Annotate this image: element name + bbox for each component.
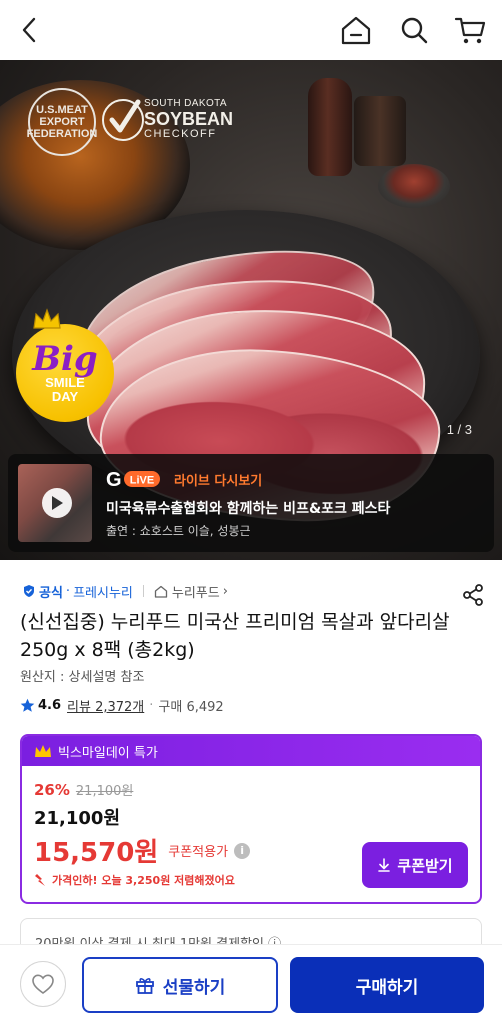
crown-icon — [35, 745, 51, 757]
spice-dish-image — [378, 164, 450, 208]
like-button[interactable] — [20, 961, 66, 1007]
product-title: (신선집중) 누리푸드 미국산 프리미엄 목살과 앞다리살 250g x 8팩 … — [20, 611, 450, 661]
official-shield-icon — [24, 585, 34, 597]
discount-rate: 26% — [34, 781, 70, 799]
review-link[interactable]: 리뷰 2,372개 — [67, 696, 144, 715]
sale-price: 15,570원 — [34, 838, 159, 868]
crown-icon — [33, 308, 61, 329]
store-link[interactable]: 누리푸드 — [172, 582, 220, 601]
checkmark-icon — [102, 99, 144, 141]
coupon-applied-label: 쿠폰적용가 — [168, 845, 229, 860]
buy-label: 구매하기 — [355, 977, 419, 998]
purchase-count: 구매 6,492 — [158, 700, 224, 715]
gift-icon — [135, 978, 154, 994]
pepper-mill-image — [308, 78, 352, 176]
separator-dot: · — [149, 698, 154, 713]
info-icon[interactable]: i — [234, 842, 251, 859]
g-logo-text: G — [106, 469, 122, 490]
rating-row: 4.6 리뷰 2,372개 · 구매 6,492 — [20, 696, 224, 715]
live-title: 미국육류수출협회와 함께하는 비프&포크 페스타 — [106, 501, 391, 517]
download-icon — [378, 858, 391, 872]
divider — [142, 585, 144, 597]
heart-icon — [32, 974, 54, 994]
strike-price: 21,100원 — [75, 784, 134, 799]
product-badges: 공식 · 프레시누리 누리푸드 › — [22, 581, 228, 601]
search-icon[interactable] — [396, 12, 432, 48]
gift-button[interactable]: 선물하기 — [82, 957, 278, 1013]
usmeat-logo: U.S.MEAT EXPORT FEDERATION — [26, 88, 98, 156]
deal-header: 빅스마일데이 특가 — [22, 736, 480, 766]
get-coupon-button[interactable]: 쿠폰받기 — [362, 842, 468, 888]
get-coupon-label: 쿠폰받기 — [397, 856, 453, 875]
jar-image — [354, 96, 406, 166]
badge-big-text: Big — [32, 339, 98, 379]
soybean-checkoff-logo: SOUTH DAKOTA SOYBEAN CHECKOFF — [100, 92, 240, 152]
top-bar — [0, 0, 502, 60]
original-price: 21,100원 — [34, 808, 121, 829]
soy-logo-line1: SOUTH DAKOTA — [144, 98, 227, 109]
live-logo-text: LiVE — [130, 475, 154, 487]
deal-header-label: 빅스마일데이 특가 — [58, 745, 158, 761]
fresh-badge: 프레시누리 — [73, 585, 133, 601]
rating-value: 4.6 — [38, 698, 62, 713]
live-replay-label: 라이브 다시보기 — [174, 474, 263, 489]
soy-logo-line3: CHECKOFF — [144, 128, 217, 140]
badge-day-text: DAY — [51, 389, 79, 404]
price-drop-notice: 가격인하! 오늘 3,250원 저렴해졌어요 — [34, 872, 235, 888]
home-icon[interactable] — [338, 12, 374, 48]
gift-label: 선물하기 — [162, 977, 226, 998]
star-icon — [20, 698, 35, 712]
chevron-right-icon[interactable]: › — [223, 584, 228, 599]
deal-box: 빅스마일데이 특가 26% 21,100원 21,100원 15,570원 쿠폰… — [20, 734, 482, 904]
buy-button[interactable]: 구매하기 — [290, 957, 484, 1013]
discount-row: 26% 21,100원 — [34, 780, 133, 799]
store-home-icon — [154, 585, 168, 598]
product-origin: 원산지 : 상세설명 참조 — [20, 670, 145, 685]
big-smile-day-badge: Big SMILE DAY — [16, 308, 114, 422]
share-icon[interactable] — [462, 584, 484, 610]
price-drop-icon — [35, 874, 45, 886]
badge-dot: · — [65, 583, 71, 599]
official-badge: 공식 — [39, 585, 63, 601]
bottom-action-bar: 선물하기 구매하기 — [0, 944, 502, 1024]
sale-row: 15,570원 쿠폰적용가 i — [34, 832, 251, 869]
live-cast: 출연 : 쇼호스트 이슬, 성봉근 — [106, 524, 251, 538]
soy-logo-line2: SOYBEAN — [144, 109, 234, 129]
price-drop-text: 가격인하! 오늘 3,250원 저렴해졌어요 — [52, 874, 235, 887]
cart-icon[interactable] — [452, 12, 488, 48]
badge-smile-text: SMILE — [45, 375, 85, 390]
back-icon[interactable] — [12, 12, 48, 48]
live-thumbnail[interactable] — [18, 464, 92, 542]
usmeat-logo-text: U.S.MEAT EXPORT FEDERATION — [26, 103, 98, 141]
image-counter: 1 / 3 — [446, 422, 472, 437]
g-live-logo: G LiVE — [106, 469, 160, 490]
live-replay-banner[interactable]: G LiVE 라이브 다시보기 미국육류수출협회와 함께하는 비프&포크 페스타… — [8, 454, 494, 552]
play-icon[interactable] — [42, 488, 72, 518]
